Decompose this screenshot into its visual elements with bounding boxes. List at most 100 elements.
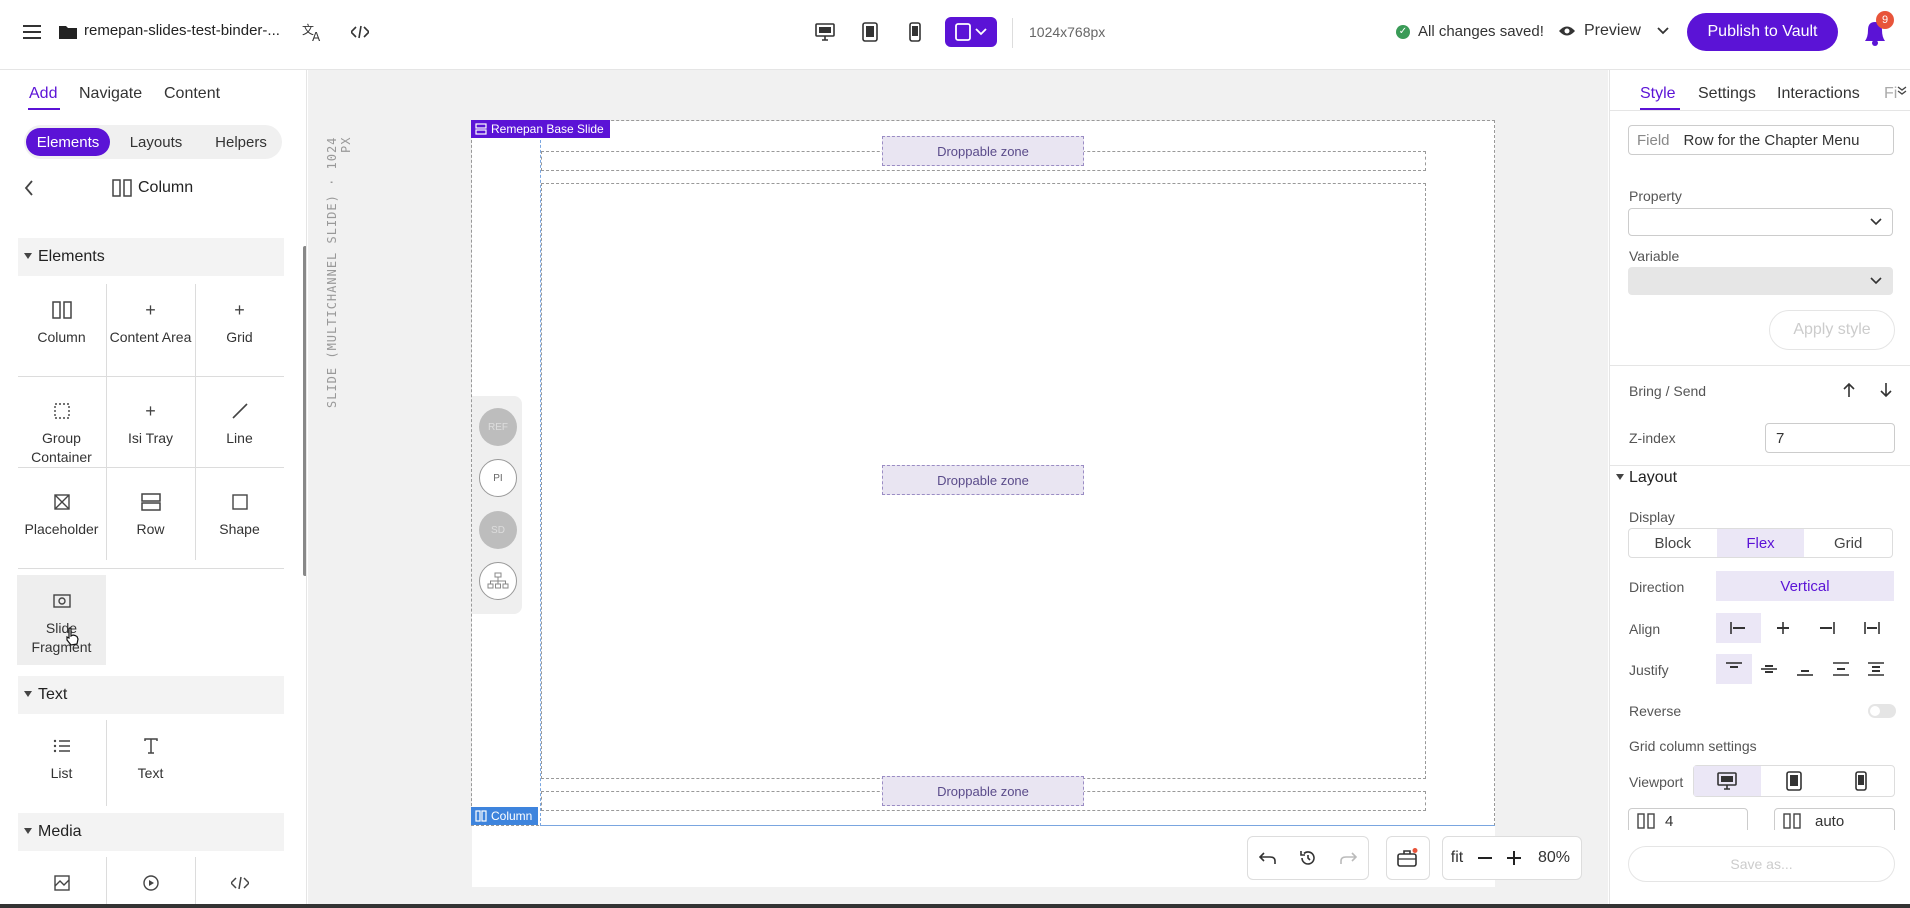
send-backward-button[interactable] [1872,376,1900,404]
tab-navigate[interactable]: Navigate [79,85,142,103]
element-shape[interactable]: Shape [195,476,284,568]
placeholder-icon [53,490,70,514]
collapse-triangle-icon[interactable] [1616,474,1624,480]
justify-end-button[interactable] [1787,654,1823,684]
variable-select[interactable] [1628,267,1893,295]
element-list[interactable]: List [17,720,106,812]
element-grid[interactable]: + Grid [195,284,284,376]
element-image[interactable] [17,857,106,908]
code-icon[interactable] [346,18,374,46]
element-line[interactable]: Line [195,385,284,477]
display-block-option[interactable]: Block [1629,529,1717,557]
publish-to-vault-button[interactable]: Publish to Vault [1687,13,1838,51]
justify-space-between-button[interactable] [1823,654,1859,684]
mouse-cursor-icon [64,627,80,651]
field-value: Row for the Chapter Menu [1683,131,1860,149]
element-placeholder[interactable]: Placeholder [17,476,106,568]
custom-device-dropdown[interactable] [945,17,997,47]
collapse-triangle-icon [24,253,32,259]
element-row[interactable]: Row [106,476,195,568]
notifications-button[interactable]: 9 [1858,11,1894,49]
mobile-view-button[interactable] [898,17,932,47]
subtab-layouts[interactable]: Layouts [116,128,196,156]
tab-interactions[interactable]: Interactions [1777,85,1860,103]
direction-vertical-option[interactable]: Vertical [1716,571,1894,601]
section-title: Text [38,686,68,703]
sd-button[interactable]: SD [479,511,517,549]
apply-style-button[interactable]: Apply style [1769,310,1895,350]
justify-label: Justify [1629,662,1669,678]
reverse-toggle[interactable] [1868,704,1896,718]
slide-name-tag[interactable]: Remepan Base Slide [471,120,610,138]
save-as-button[interactable]: Save as... [1628,846,1895,882]
left-panel-scrollbar[interactable] [303,246,306,576]
section-media-header[interactable]: Media [18,813,284,851]
property-select[interactable] [1628,208,1893,236]
element-slide-fragment[interactable]: Slide Fragment [17,575,106,665]
zoom-level: 80% [1537,849,1571,866]
ref-button[interactable]: REF [479,408,517,446]
history-toolbar [1247,836,1369,880]
field-input[interactable]: Field Row for the Chapter Menu [1628,125,1894,155]
briefcase-button[interactable] [1387,836,1427,880]
section-divider [1610,365,1910,366]
tab-overflow[interactable]: Fi [1884,85,1897,103]
element-video[interactable] [106,857,195,908]
redo-button[interactable] [1328,836,1368,880]
align-start-button[interactable] [1716,613,1761,643]
droppable-zone-bottom[interactable]: Droppable zone [882,776,1084,806]
section-text-header[interactable]: Text [18,676,284,714]
element-isi-tray[interactable]: + Isi Tray [106,385,195,477]
element-content-area[interactable]: + Content Area [106,284,195,376]
translate-icon[interactable]: 文A [299,18,327,46]
bring-forward-button[interactable] [1835,376,1863,404]
hamburger-menu-icon[interactable] [18,18,46,46]
subtab-elements[interactable]: Elements [26,128,110,156]
pi-button[interactable]: PI [479,459,517,497]
tab-style[interactable]: Style [1640,85,1676,103]
preview-button[interactable]: Preview [1558,22,1669,40]
tab-settings[interactable]: Settings [1698,85,1756,103]
droppable-zone-middle[interactable]: Droppable zone [882,465,1084,495]
display-flex-option[interactable]: Flex [1716,529,1805,557]
zindex-input[interactable]: 7 [1765,423,1895,453]
tab-add[interactable]: Add [29,85,57,103]
chevron-down-icon [975,28,987,36]
viewport-options [1693,765,1895,797]
zoom-fit-button[interactable]: fit [1443,836,1471,880]
history-button[interactable] [1288,836,1328,880]
tablet-view-button[interactable] [853,17,887,47]
undo-button[interactable] [1248,836,1288,880]
element-group-container[interactable]: Group Container [17,385,106,477]
align-center-button[interactable] [1761,613,1806,643]
viewport-tablet-button[interactable] [1761,766,1828,796]
element-html[interactable] [195,857,284,908]
element-column[interactable]: Column [17,284,106,376]
layout-section-title[interactable]: Layout [1629,469,1677,487]
back-arrow-icon[interactable] [24,180,34,201]
viewport-desktop-button[interactable] [1694,766,1761,796]
justify-center-button[interactable] [1752,654,1788,684]
display-grid-option[interactable]: Grid [1804,529,1892,557]
save-status-text: All changes saved! [1418,23,1544,40]
plus-icon [1507,851,1521,865]
subtab-helpers[interactable]: Helpers [202,128,280,156]
align-stretch-button[interactable] [1850,613,1895,643]
droppable-zone-top[interactable]: Droppable zone [882,136,1084,166]
section-elements-header[interactable]: Elements [18,238,284,276]
double-chevron-down-icon[interactable] [1897,86,1907,99]
tab-content[interactable]: Content [164,85,220,103]
column-name-tag[interactable]: Column [471,807,539,825]
align-end-button[interactable] [1805,613,1850,643]
document-title[interactable]: remepan-slides-test-binder-... [84,22,280,39]
element-text[interactable]: Text [106,720,195,812]
viewport-mobile-button[interactable] [1827,766,1894,796]
zoom-in-button[interactable] [1499,836,1529,880]
justify-start-button[interactable] [1716,654,1752,684]
desktop-view-button[interactable] [808,17,842,47]
canvas-scrollbar[interactable] [1604,70,1608,870]
justify-space-around-button[interactable] [1858,654,1894,684]
grid-column-settings-label: Grid column settings [1629,738,1757,754]
sitemap-button[interactable] [479,562,517,600]
zoom-out-button[interactable] [1471,836,1499,880]
